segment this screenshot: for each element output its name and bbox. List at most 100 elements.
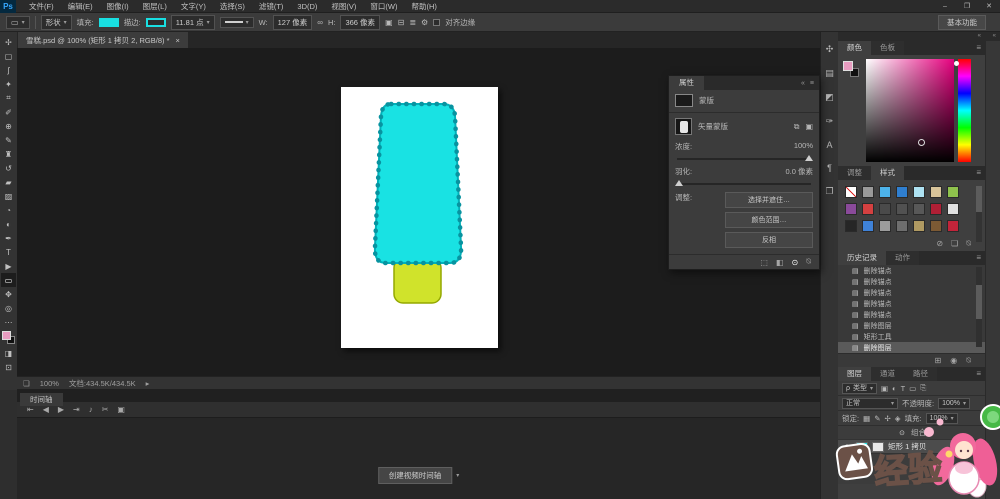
color-range-button[interactable]: 颜色范围…: [725, 212, 813, 228]
collapse-panel-icon[interactable]: «: [801, 80, 805, 87]
chevron-down-icon[interactable]: ▾: [456, 472, 459, 479]
style-swatch[interactable]: [862, 203, 874, 215]
style-swatch[interactable]: [947, 186, 959, 198]
menu-3d[interactable]: 3D(D): [290, 0, 324, 13]
tab-paths[interactable]: 路径: [904, 367, 937, 381]
visibility-eye-icon[interactable]: ⊙: [842, 443, 852, 451]
apply-mask-icon[interactable]: ◧: [776, 258, 784, 267]
load-selection-icon[interactable]: ⬚: [760, 258, 768, 267]
history-step[interactable]: ▤ 删除锚点: [838, 276, 985, 287]
style-swatch[interactable]: [845, 220, 857, 232]
panel-menu-icon[interactable]: ≡: [810, 80, 814, 87]
history-step[interactable]: ▤ 删除锚点: [838, 298, 985, 309]
opacity-field[interactable]: 100% ▾: [938, 398, 970, 409]
scrollbar[interactable]: [976, 267, 982, 347]
hue-slider[interactable]: [958, 59, 971, 162]
panel-menu-icon[interactable]: ≡: [976, 367, 985, 381]
filter-adjustment-icon[interactable]: ◐: [892, 384, 897, 393]
tab-color[interactable]: 颜色: [838, 41, 871, 55]
style-swatch[interactable]: [930, 220, 942, 232]
zoom-tool[interactable]: ◎: [1, 301, 16, 315]
invert-button[interactable]: 反相: [725, 232, 813, 248]
rectangle-tool[interactable]: ▭: [1, 273, 16, 287]
info-panel-icon[interactable]: ◩: [825, 92, 834, 103]
eyedropper-tool[interactable]: ✐: [1, 105, 16, 119]
menu-file[interactable]: 文件(F): [22, 0, 61, 13]
pen-tool[interactable]: ✒: [1, 231, 16, 245]
filter-pixel-icon[interactable]: ▣: [881, 384, 888, 393]
add-vector-mask-icon[interactable]: ▣: [805, 122, 813, 132]
select-and-mask-button[interactable]: 选择并遮住…: [725, 192, 813, 208]
previous-frame-button[interactable]: ◀: [43, 405, 49, 414]
tab-history[interactable]: 历史记录: [838, 251, 886, 265]
stroke-width-field[interactable]: 11.81 点 ▾: [171, 15, 215, 30]
close-button[interactable]: ✕: [978, 0, 1000, 13]
tab-swatches[interactable]: 色板: [871, 41, 904, 55]
zoom-level[interactable]: 100%: [40, 379, 59, 388]
filter-smart-object-icon[interactable]: ⎘: [920, 383, 926, 393]
vector-mask-thumbnail[interactable]: [675, 118, 692, 135]
style-swatch[interactable]: [862, 186, 874, 198]
marquee-tool[interactable]: ▢: [1, 49, 16, 63]
path-arrangement-icon[interactable]: ≣: [409, 18, 416, 27]
tab-close-icon[interactable]: ×: [176, 36, 180, 45]
style-swatch[interactable]: [913, 186, 925, 198]
split-clip-button[interactable]: ✂: [102, 405, 109, 414]
tab-channels[interactable]: 通道: [871, 367, 904, 381]
hand-tool[interactable]: ✥: [1, 287, 16, 301]
density-value[interactable]: 100%: [794, 141, 813, 152]
panel-menu-icon[interactable]: ≡: [976, 166, 985, 180]
style-swatch[interactable]: [879, 186, 891, 198]
first-frame-button[interactable]: ⇤: [27, 405, 34, 414]
delete-mask-icon[interactable]: ⍉: [806, 257, 811, 267]
layer-mask-thumbnail[interactable]: [872, 442, 884, 452]
style-swatch[interactable]: [879, 220, 891, 232]
menu-help[interactable]: 帮助(H): [405, 0, 444, 13]
delete-state-icon[interactable]: ⍉: [966, 356, 971, 366]
gear-icon[interactable]: ⚙: [421, 18, 428, 27]
brush-tool[interactable]: ✎: [1, 133, 16, 147]
transition-button[interactable]: ▣: [117, 405, 125, 414]
style-swatch[interactable]: [845, 186, 857, 198]
create-video-timeline-button[interactable]: 创建视频时间轴: [378, 467, 453, 484]
density-slider[interactable]: [677, 158, 811, 160]
tab-actions[interactable]: 动作: [886, 251, 919, 265]
layer-row[interactable]: ⊙ 组合: [838, 426, 985, 440]
add-pixel-mask-icon[interactable]: ⧉: [794, 122, 800, 132]
lock-transparency-icon[interactable]: ▦: [863, 414, 870, 423]
clear-style-icon[interactable]: ⊘: [936, 239, 943, 249]
visibility-eye-icon[interactable]: ⊙: [842, 457, 852, 465]
history-step[interactable]: ▤ 删除锚点: [838, 265, 985, 276]
tab-styles[interactable]: 样式: [871, 166, 904, 180]
visibility-eye-icon[interactable]: ⊙: [897, 429, 907, 437]
menu-layer[interactable]: 图层(L): [136, 0, 174, 13]
blur-tool[interactable]: ◔: [1, 203, 16, 217]
fill-field[interactable]: 100% ▾: [926, 413, 958, 424]
stroke-color-swatch[interactable]: [146, 18, 166, 27]
fill-color-swatch[interactable]: [99, 18, 119, 27]
menu-filter[interactable]: 滤镜(T): [252, 0, 291, 13]
layer-row[interactable]: ⊙ 背景: [838, 454, 985, 468]
width-input[interactable]: 127 像素: [273, 15, 313, 30]
document-tab[interactable]: 雪糕.psd @ 100% (矩形 1 拷贝 2, RGB/8) * ×: [18, 32, 188, 48]
minimize-button[interactable]: –: [934, 0, 956, 13]
panel-menu-icon[interactable]: ≡: [976, 251, 985, 265]
adjustments-panel-icon[interactable]: ✣: [826, 44, 834, 55]
color-picker-cursor[interactable]: [918, 139, 925, 146]
new-document-from-state-icon[interactable]: ⊞: [935, 356, 942, 365]
libraries-panel-icon[interactable]: ❐: [825, 186, 833, 197]
layer-thumbnail[interactable]: [856, 442, 868, 452]
menu-select[interactable]: 选择(S): [213, 0, 252, 13]
mask-visibility-eye-icon[interactable]: ⊙: [791, 258, 798, 267]
density-slider-knob[interactable]: [805, 155, 813, 161]
edit-toolbar-icon[interactable]: ⋯: [1, 315, 16, 329]
style-swatch[interactable]: [913, 220, 925, 232]
dodge-tool[interactable]: ◐: [1, 217, 16, 231]
style-swatch[interactable]: [896, 186, 908, 198]
style-swatch[interactable]: [845, 203, 857, 215]
screen-mode-button[interactable]: ⊡: [1, 360, 16, 374]
brush-settings-panel-icon[interactable]: ✑: [826, 116, 834, 127]
lock-position-icon[interactable]: ✢: [884, 414, 890, 423]
move-tool[interactable]: ✢: [1, 35, 16, 49]
feather-slider-knob[interactable]: [675, 180, 683, 186]
